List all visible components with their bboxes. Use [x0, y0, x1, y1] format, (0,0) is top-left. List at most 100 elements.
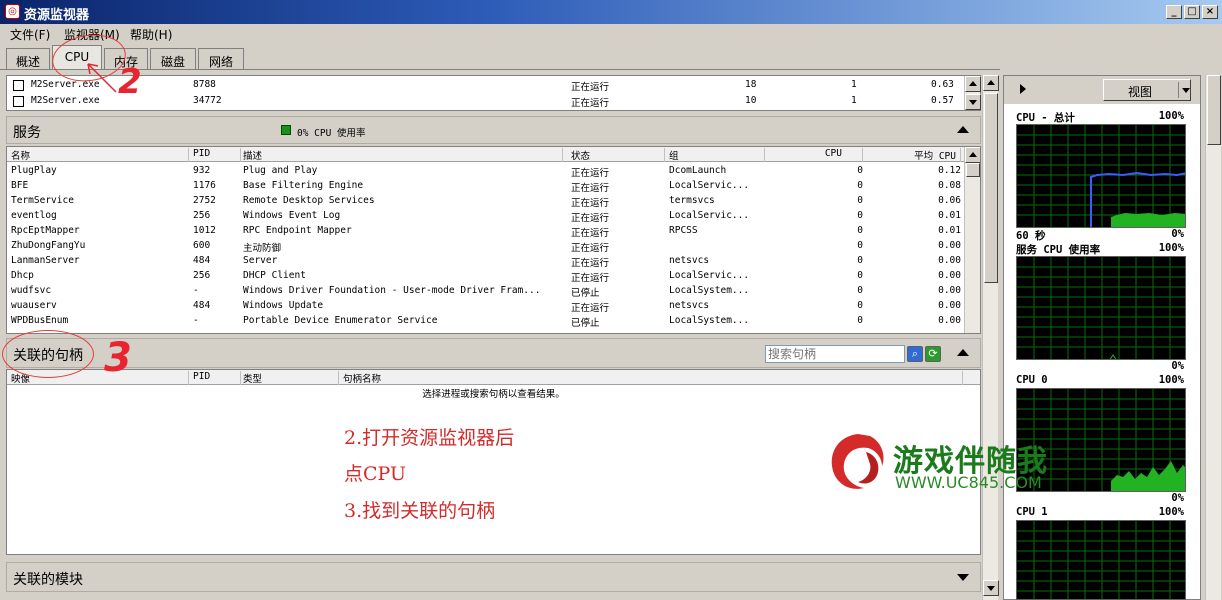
- svc-name: PlugPlay: [11, 165, 57, 176]
- svc-name: wudfsvc: [11, 285, 52, 296]
- process-pid: 8788: [193, 79, 216, 90]
- svc-group: LocalServic...: [669, 210, 750, 221]
- process-threads: 18: [745, 79, 757, 90]
- table-row[interactable]: M2Server.exe 8788 正在运行 18 1 0.63: [7, 78, 980, 93]
- table-row[interactable]: ZhuDongFangYu 600 主动防御 正在运行 0 0.00: [7, 239, 980, 254]
- svc-status: 已停止: [571, 318, 600, 329]
- svc-cpu: 0: [857, 225, 863, 236]
- tab-network[interactable]: 网络: [198, 48, 244, 70]
- svc-description: 主动防御: [243, 243, 282, 254]
- graph-time-label: 60 秒: [1016, 230, 1046, 242]
- main-scrollbar[interactable]: [982, 75, 999, 600]
- svc-status: 已停止: [571, 288, 600, 299]
- svc-cpu: 0: [857, 165, 863, 176]
- col-pid[interactable]: PID: [193, 371, 241, 385]
- modules-header[interactable]: 关联的模块: [6, 562, 981, 592]
- svc-pid: 256: [193, 270, 211, 281]
- col-avg-cpu[interactable]: 平均 CPU: [867, 148, 961, 162]
- table-row[interactable]: eventlog 256 Windows Event Log 正在运行 LocalSer…: [7, 209, 980, 224]
- table-row[interactable]: LanmanServer 484 Server 正在运行 netsvcs 0 0.00: [7, 254, 980, 269]
- usage-indicator-icon: [281, 125, 291, 135]
- svc-name: LanmanServer: [11, 255, 80, 266]
- search-icon[interactable]: ⌕: [907, 346, 923, 362]
- table-row[interactable]: TermService 2752 Remote Desktop Services 正在…: [7, 194, 980, 209]
- svc-group: DcomLaunch: [669, 165, 727, 176]
- col-status[interactable]: 状态: [571, 148, 665, 162]
- collapse-up-icon[interactable]: [957, 349, 969, 356]
- svc-description: RPC Endpoint Mapper: [243, 225, 352, 236]
- col-name[interactable]: 名称: [11, 148, 189, 162]
- scroll-up-arrow[interactable]: [965, 147, 980, 163]
- process-status: 正在运行: [571, 82, 610, 93]
- table-row[interactable]: RpcEptMapper 1012 RPC Endpoint Mapper 正在运行 R…: [7, 224, 980, 239]
- svc-description: Windows Update: [243, 300, 324, 311]
- minimize-button[interactable]: _: [1166, 5, 1182, 19]
- services-title: 服务: [13, 125, 41, 141]
- window-title: 资源监视器: [24, 8, 90, 23]
- scroll-down-arrow[interactable]: [965, 94, 981, 110]
- collapse-down-icon[interactable]: [957, 574, 969, 581]
- col-group[interactable]: 组: [669, 148, 765, 162]
- cpu-total-graph: [1016, 124, 1186, 228]
- table-row[interactable]: BFE 1176 Base Filtering Engine 正在运行 LocalSer…: [7, 179, 980, 194]
- process-scrollbar[interactable]: [964, 76, 981, 110]
- menu-help[interactable]: 帮助(H): [130, 26, 172, 43]
- cpu-total-graph-canvas: [1017, 125, 1185, 227]
- cpu1-graph: [1016, 520, 1186, 600]
- svc-pid: 256: [193, 210, 211, 221]
- svc-avg-cpu: 0.00: [938, 285, 961, 296]
- col-cpu[interactable]: CPU: [769, 148, 863, 162]
- service-cpu-graph: [1016, 256, 1186, 360]
- graph-panel-scrollbar[interactable]: [1205, 75, 1221, 600]
- scroll-up-arrow[interactable]: [965, 76, 981, 92]
- services-scrollbar[interactable]: [964, 147, 980, 333]
- scroll-thumb[interactable]: [984, 93, 998, 283]
- table-row[interactable]: Dhcp 256 DHCP Client 正在运行 LocalServic... 0 0.0…: [7, 269, 980, 284]
- graph-title-cpu1: CPU 1: [1016, 506, 1048, 518]
- tab-overview[interactable]: 概述: [6, 48, 50, 70]
- svc-name: wuauserv: [11, 300, 57, 311]
- graph-min-label: 0%: [1171, 228, 1184, 240]
- search-handles-input[interactable]: [765, 345, 905, 363]
- process-pid: 34772: [193, 95, 222, 106]
- tab-disk[interactable]: 磁盘: [150, 48, 196, 70]
- scroll-up-arrow[interactable]: [983, 75, 999, 91]
- svc-avg-cpu: 0.00: [938, 240, 961, 251]
- modules-title: 关联的模块: [13, 572, 83, 588]
- menu-file[interactable]: 文件(F): [10, 26, 50, 43]
- scroll-thumb[interactable]: [1207, 75, 1221, 145]
- view-button[interactable]: 视图: [1103, 79, 1191, 101]
- close-button[interactable]: ×: [1202, 5, 1218, 19]
- table-row[interactable]: PlugPlay 932 Plug and Play 正在运行 DcomLaunch 0 0…: [7, 164, 980, 179]
- svc-name: TermService: [11, 195, 74, 206]
- process-threads: 10: [745, 95, 757, 106]
- table-row[interactable]: WPDBusEnum - Portable Device Enumerator Se…: [7, 314, 980, 329]
- collapse-up-icon[interactable]: [957, 126, 969, 133]
- svc-status: 正在运行: [571, 183, 610, 194]
- refresh-icon[interactable]: ⟳: [925, 346, 941, 362]
- svc-description: Windows Event Log: [243, 210, 341, 221]
- process-checkbox[interactable]: [13, 96, 24, 107]
- col-handle-name[interactable]: 句柄名称: [343, 371, 963, 385]
- svc-avg-cpu: 0.01: [938, 225, 961, 236]
- scroll-thumb[interactable]: [966, 163, 980, 177]
- process-checkbox[interactable]: [13, 80, 24, 91]
- services-header[interactable]: 服务 0% CPU 使用率: [6, 116, 981, 144]
- col-type[interactable]: 类型: [243, 371, 339, 385]
- table-row[interactable]: wuauserv 484 Windows Update 正在运行 netsvcs 0 0.0…: [7, 299, 980, 314]
- table-row[interactable]: M2Server.exe 34772 正在运行 10 1 0.57: [7, 94, 980, 109]
- table-row[interactable]: wudfsvc - Windows Driver Foundation - User…: [7, 284, 980, 299]
- instruction-step2-line1: 2.打开资源监视器后: [344, 427, 515, 449]
- maximize-button[interactable]: □: [1184, 5, 1200, 19]
- svc-group: netsvcs: [669, 255, 710, 266]
- svc-avg-cpu: 0.00: [938, 300, 961, 311]
- col-pid[interactable]: PID: [193, 148, 241, 162]
- graph-max-label: 100%: [1158, 374, 1184, 386]
- svc-cpu: 0: [857, 195, 863, 206]
- col-description[interactable]: 描述: [243, 148, 563, 162]
- scroll-down-arrow[interactable]: [983, 580, 999, 596]
- service-cpu-graph-canvas: [1017, 257, 1185, 359]
- svc-avg-cpu: 0.01: [938, 210, 961, 221]
- expand-arrow-icon[interactable]: [1020, 84, 1026, 94]
- svc-name: WPDBusEnum: [11, 315, 69, 326]
